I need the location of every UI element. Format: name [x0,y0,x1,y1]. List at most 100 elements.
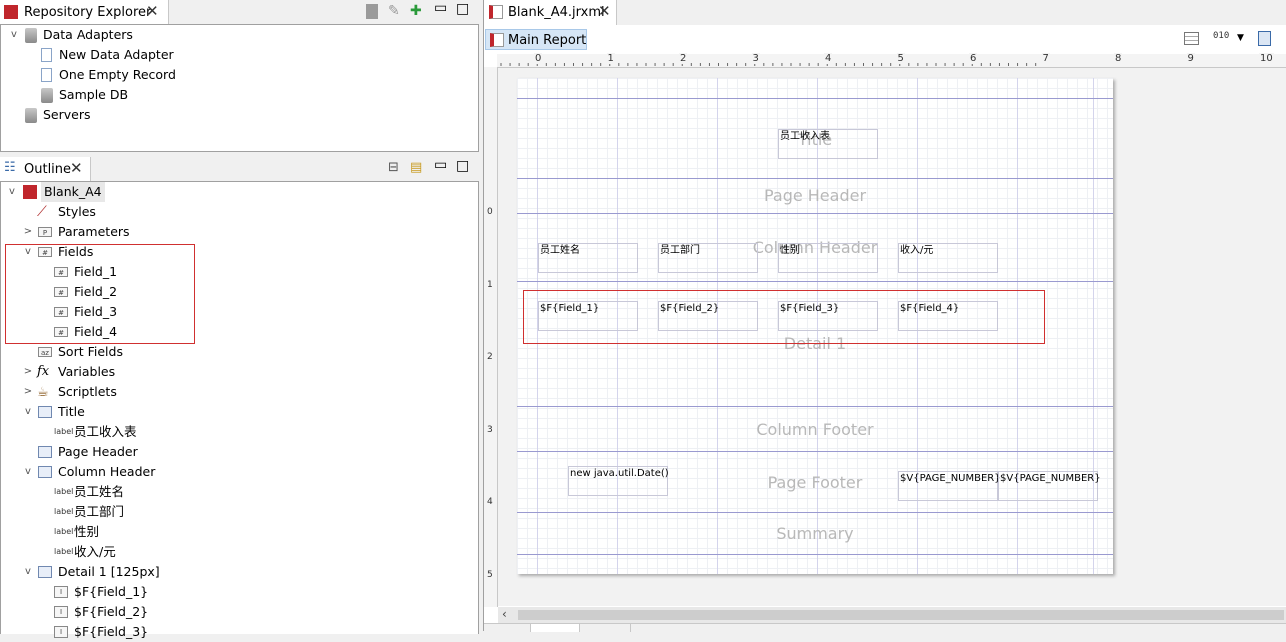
editor-toolbar [484,26,1286,52]
outline-icon: ☷ [4,160,16,175]
repo-tab[interactable]: Repository Explorer ✕ [0,0,169,24]
tree-item-label[interactable]: 员工姓名 [74,482,124,502]
source-view-icon[interactable]: 010 [1213,31,1229,41]
band-icon [38,446,52,458]
column-header-label[interactable]: 员工部门 [658,243,758,273]
new-element-icon[interactable]: ▤ [410,160,422,175]
tree-item-label[interactable]: 员工收入表 [74,422,137,442]
column-header-label[interactable]: 性别 [778,243,878,273]
tree-item-styles[interactable]: Styles [58,202,96,222]
band-divider [517,451,1113,452]
fields-highlight-box [5,244,195,344]
minimize-icon[interactable]: ▭ [434,157,447,173]
collapse-icon[interactable]: v [23,406,33,417]
tree-item-servers[interactable]: Servers [43,105,91,125]
band-divider [517,512,1113,513]
tree-item-page-header[interactable]: Page Header [58,442,138,462]
column-header-label[interactable]: 收入/元 [898,243,998,273]
band-divider [517,213,1113,214]
tree-item-textfield[interactable]: $F{Field_1} [74,582,148,602]
tree-item-textfield[interactable]: $F{Field_2} [74,602,148,622]
adapter-icon [41,48,52,62]
report-page: Title Page Header Column Header Detail 1… [517,78,1113,574]
page-number-field[interactable]: $V{PAGE_NUMBER} [898,471,1001,501]
tree-item-label[interactable]: 收入/元 [74,542,116,562]
tree-view-icon[interactable]: ⊟ [388,160,399,175]
ruler-mark: 5 [896,53,905,64]
band-divider [517,406,1113,407]
adapter-icon [41,68,52,82]
textfield-icon: I [54,626,68,638]
expand-icon[interactable]: > [23,366,33,377]
ruler-mark: 5 [487,569,493,580]
layout-icon[interactable] [1184,32,1199,45]
collapse-icon[interactable]: v [23,566,33,577]
parameters-icon: P [38,227,52,237]
ruler-mark: 10 [1259,53,1274,64]
band-page-header-label: Page Header [763,186,867,205]
editor-tab[interactable]: Blank_A4.jrxml ✕ [484,0,617,25]
horizontal-scrollbar[interactable]: ‹ [498,607,1286,623]
sort-fields-icon: az [38,347,52,357]
collapse-icon[interactable]: v [7,186,17,197]
ruler-mark: 7 [1041,53,1050,64]
scrollbar-thumb[interactable] [518,610,1284,620]
date-text-field[interactable]: new java.util.Date() [568,466,669,496]
expand-icon[interactable]: > [23,226,33,237]
expand-icon[interactable]: > [23,386,33,397]
band-divider [517,554,1113,555]
report-icon [23,185,37,199]
tree-item-detail[interactable]: Detail 1 [125px] [58,562,160,582]
ruler-ticks [500,56,1037,66]
scroll-left-icon[interactable]: ‹ [502,607,507,621]
tree-item-scriptlets[interactable]: Scriptlets [58,382,117,402]
tree-item-label[interactable]: 员工部门 [74,502,124,522]
tree-item-sort-fields[interactable]: Sort Fields [58,342,123,362]
ruler-mark: 3 [487,424,493,435]
label-icon: label [54,427,74,436]
tree-item-label[interactable]: 性别 [74,522,99,542]
band-divider [517,98,1113,99]
ruler-mark: 9 [1186,53,1195,64]
tree-item-new-adapter[interactable]: New Data Adapter [59,45,174,65]
new-item-icon[interactable]: ✚ [410,3,422,19]
tree-item-parameters[interactable]: Parameters [58,222,130,242]
tree-item-sample-db[interactable]: Sample DB [59,85,128,105]
tree-item-title[interactable]: Title [58,402,85,422]
page-number-field[interactable]: $V{PAGE_NUMBER} [998,471,1101,501]
band-icon [38,406,52,418]
tree-item-empty-record[interactable]: One Empty Record [59,65,176,85]
tree-item-column-header[interactable]: Column Header [58,462,155,482]
close-icon[interactable]: ✕ [146,2,159,20]
tree-item-textfield[interactable]: $F{Field_3} [74,622,148,642]
band-icon [38,566,52,578]
pin-icon[interactable]: ✎ [388,3,400,19]
preview-icon[interactable] [1258,31,1271,46]
close-icon[interactable]: ✕ [598,2,611,20]
close-icon[interactable]: ✕ [70,159,83,177]
column-header-label[interactable]: 员工姓名 [538,243,638,273]
ruler-mark: 8 [1114,53,1123,64]
ruler-mark: 6 [969,53,978,64]
main-report-button[interactable]: Main Report [485,29,587,50]
outline-tabbar: ☷ Outline ✕ ⊟ ▤ ▭ □ [0,157,480,182]
repo-tab-title: Repository Explorer [24,5,152,20]
label-icon: label [54,527,74,536]
collapse-icon[interactable]: v [23,466,33,477]
band-column-footer-label: Column Footer [756,420,874,439]
label-icon: label [54,507,74,516]
band-summary-label: Summary [776,524,854,543]
minimize-icon[interactable]: ▭ [434,0,447,16]
title-static-text[interactable]: 员工收入表 [778,129,878,159]
outline-tree: v Blank_A4 ⟋ Styles > P Parameters v # F… [0,181,479,639]
tree-item-variables[interactable]: Variables [58,362,115,382]
tree-item-root[interactable]: Blank_A4 [41,182,105,202]
collapse-icon[interactable]: v [9,29,19,40]
add-adapter-icon[interactable] [366,4,378,19]
outline-tab[interactable]: ☷ Outline ✕ [0,157,91,181]
chevron-down-icon[interactable]: ▼ [1237,33,1244,43]
report-icon [490,33,504,47]
tree-item-data-adapters[interactable]: Data Adapters [43,25,133,45]
maximize-icon[interactable]: □ [456,1,469,17]
maximize-icon[interactable]: □ [456,158,469,174]
